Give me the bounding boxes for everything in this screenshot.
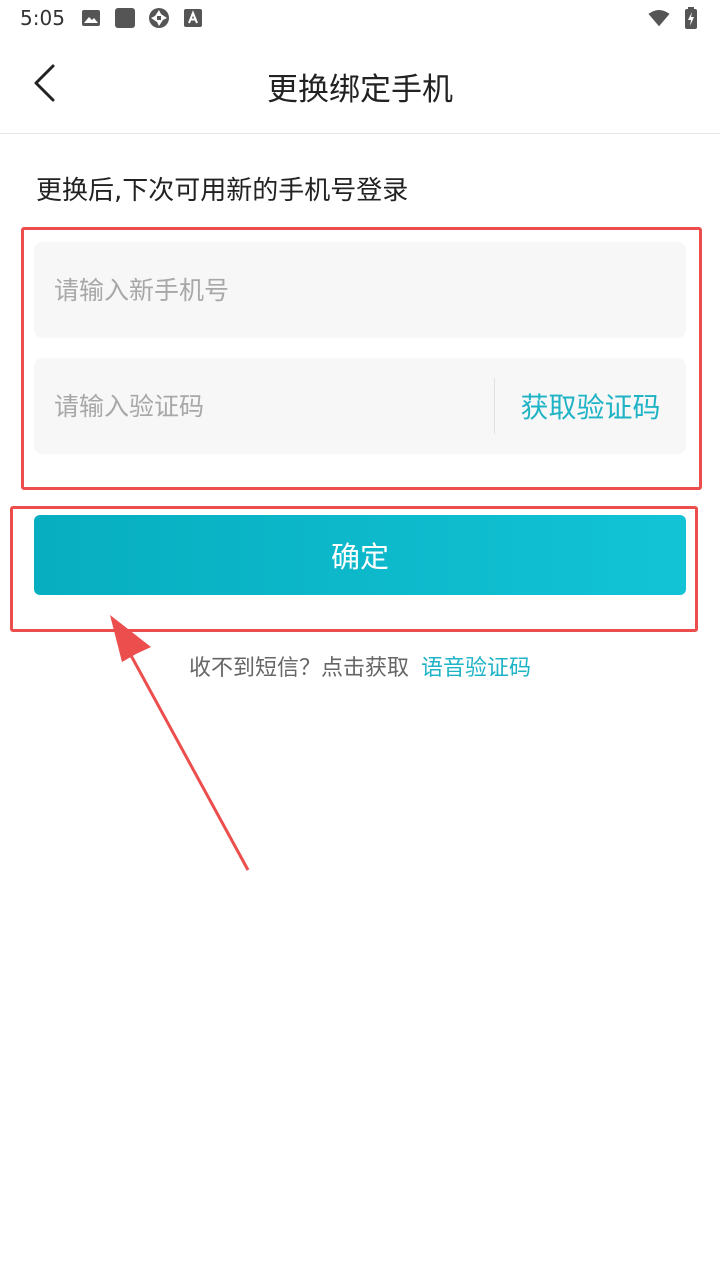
page: 5:05 更换绑定手机 更换后,下次可用新的手机号登录 请输入新手机号 请输入验… — [0, 0, 720, 1276]
image-icon — [80, 7, 102, 29]
status-bar: 5:05 — [0, 0, 720, 36]
square-icon — [114, 7, 136, 29]
aperture-icon — [148, 7, 170, 29]
status-left-icons — [80, 6, 204, 30]
change-hint: 更换后,下次可用新的手机号登录 — [36, 176, 409, 206]
header-bar: 更换绑定手机 — [0, 36, 720, 134]
page-title: 更换绑定手机 — [267, 72, 453, 108]
wifi-icon — [648, 7, 670, 29]
font-a-icon — [182, 7, 204, 29]
voice-code-link[interactable]: 语音验证码 — [421, 656, 531, 681]
status-right-icons — [648, 6, 702, 30]
battery-icon — [680, 7, 702, 29]
status-time: 5:05 — [20, 6, 65, 30]
annotation-box-inputs — [21, 227, 702, 490]
annotation-arrow — [110, 615, 250, 871]
